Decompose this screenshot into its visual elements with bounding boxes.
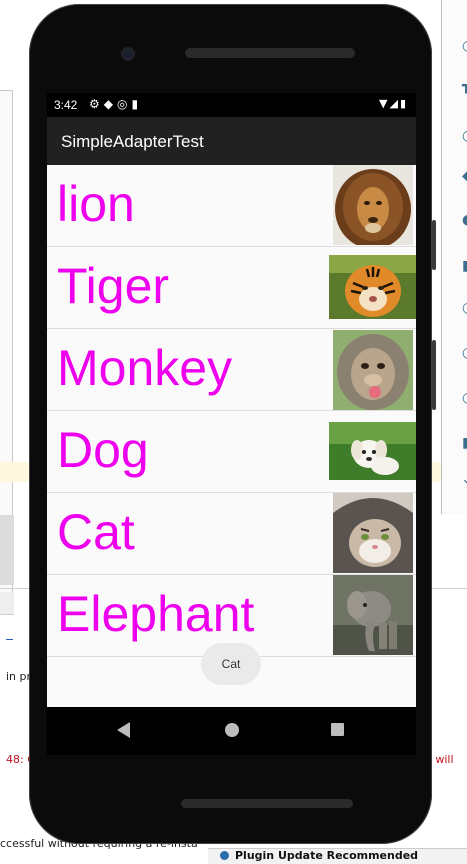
ide-log-fragment: in pr (6, 670, 32, 683)
wifi-off-icon: ◆ (103, 97, 117, 111)
toolbar-icon[interactable]: ┓ (462, 78, 467, 94)
recents-icon[interactable] (331, 723, 344, 736)
status-bar: 3:42 ⚙◆◎▮ ▼◢▮ (47, 93, 416, 117)
toast-message: Cat (201, 643, 261, 685)
sd-card-icon: ▮ (131, 97, 143, 111)
list-item-label: Elephant (57, 586, 255, 642)
ide-gutter-block (0, 515, 14, 585)
at-icon: ◎ (117, 97, 132, 111)
list-item[interactable]: Monkey (47, 329, 416, 411)
home-icon[interactable] (225, 723, 239, 737)
app-bar: SimpleAdapterTest (47, 117, 416, 165)
plugin-update-notification[interactable]: Plugin Update Recommended (208, 848, 467, 864)
battery-icon: ▮ (399, 97, 408, 110)
power-button[interactable] (432, 340, 436, 410)
toolbar-icon[interactable]: ◐ (462, 212, 467, 228)
toolbar-icon[interactable]: ○ (462, 345, 467, 361)
list-item-label: Cat (57, 504, 135, 560)
top-speaker (185, 48, 355, 58)
toolbar-icon[interactable]: ◷ (462, 128, 467, 144)
monkey-photo (333, 330, 413, 410)
wifi-icon: ▼ (379, 97, 390, 110)
toolbar-icon[interactable]: ◔ (462, 38, 467, 54)
list-item[interactable]: Cat (47, 493, 416, 575)
cat-photo (333, 493, 413, 573)
ide-right-toolbar: ◔ ┓ ◷ ◆ ◐ ■ ◔ ○ ◔ ▮ ↘ (441, 0, 467, 514)
toolbar-icon[interactable]: ◔ (462, 300, 467, 316)
info-icon (220, 851, 229, 860)
list-item-label: Dog (57, 422, 149, 478)
list-item-label: Tiger (57, 258, 170, 314)
settings-icon: ⚙ (89, 97, 104, 111)
device-screen: 3:42 ⚙◆◎▮ ▼◢▮ SimpleAdapterTest lion Tig… (47, 93, 416, 707)
dog-photo (329, 422, 416, 480)
notification-text: Plugin Update Recommended (235, 849, 419, 862)
app-title: SimpleAdapterTest (61, 132, 204, 151)
ide-tab[interactable] (0, 592, 14, 615)
volume-button[interactable] (432, 220, 436, 270)
toolbar-icon[interactable]: ◔ (462, 390, 467, 406)
list-item[interactable]: Dog (47, 411, 416, 493)
tiger-photo (329, 255, 416, 319)
lion-photo (333, 165, 413, 245)
list-item-label: lion (57, 176, 135, 232)
list-item-label: Monkey (57, 340, 233, 396)
front-camera (121, 47, 135, 61)
toolbar-icon[interactable]: ■ (462, 258, 467, 274)
signal-icon: ◢ (389, 97, 400, 110)
animal-list[interactable]: lion Tiger Monkey Dog Cat Elephant (47, 165, 416, 657)
toolbar-icon[interactable]: ◆ (462, 168, 467, 184)
list-item[interactable]: Tiger (47, 247, 416, 329)
elephant-photo (333, 575, 413, 655)
list-item[interactable]: lion (47, 165, 416, 247)
toolbar-icon[interactable]: ▮ (462, 435, 467, 451)
toolbar-icon[interactable]: ↘ (462, 476, 467, 492)
status-time: 3:42 (54, 98, 78, 112)
ide-link[interactable] (6, 628, 13, 641)
navigation-bar (47, 707, 416, 755)
bottom-speaker (181, 799, 353, 808)
back-icon[interactable] (117, 722, 130, 738)
